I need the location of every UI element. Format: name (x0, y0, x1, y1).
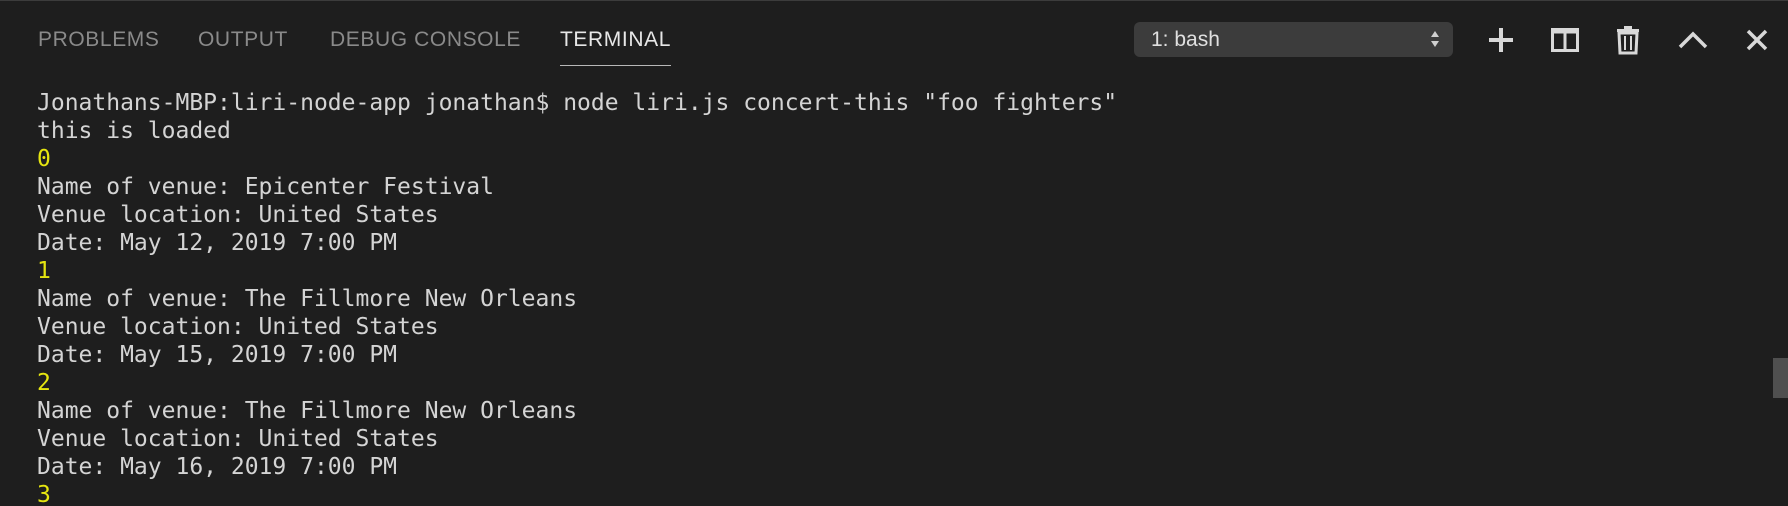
terminal-instance-select[interactable]: 1: bash (1134, 22, 1453, 57)
panel-tab-bar: PROBLEMS OUTPUT DEBUG CONSOLE TERMINAL 1… (0, 0, 1788, 80)
split-icon[interactable] (1545, 20, 1585, 60)
terminal-index-line: 1 (37, 258, 51, 284)
plus-icon[interactable] (1481, 20, 1521, 60)
terminal-line: Jonathans-MBP:liri-node-app jonathan$ no… (37, 90, 1118, 116)
terminal-index-line: 3 (37, 482, 51, 506)
terminal-line: Date: May 16, 2019 7:00 PM (37, 454, 398, 480)
trash-icon[interactable] (1608, 20, 1648, 60)
terminal-output[interactable]: Jonathans-MBP:liri-node-app jonathan$ no… (37, 89, 1737, 506)
terminal-panel: PROBLEMS OUTPUT DEBUG CONSOLE TERMINAL 1… (0, 0, 1788, 506)
terminal-line: Name of venue: The Fillmore New Orleans (37, 286, 578, 312)
terminal-line: Name of venue: Epicenter Festival (37, 174, 494, 200)
terminal-line: Name of venue: The Fillmore New Orleans (37, 398, 578, 424)
tab-terminal[interactable]: TERMINAL (560, 26, 671, 66)
terminal-line: Date: May 12, 2019 7:00 PM (37, 230, 398, 256)
terminal-line: Venue location: United States (37, 202, 439, 228)
close-icon[interactable] (1737, 20, 1777, 60)
select-arrows-icon (1431, 31, 1439, 47)
tab-problems[interactable]: PROBLEMS (38, 26, 160, 66)
tab-debug-console[interactable]: DEBUG CONSOLE (330, 26, 521, 66)
terminal-index-line: 2 (37, 370, 51, 396)
terminal-line: this is loaded (37, 118, 231, 144)
terminal-line: Venue location: United States (37, 426, 439, 452)
terminal-line: Date: May 15, 2019 7:00 PM (37, 342, 398, 368)
terminal-instance-select-value: 1: bash (1151, 28, 1220, 51)
terminal-scrollbar-thumb[interactable] (1773, 358, 1788, 398)
tab-output[interactable]: OUTPUT (198, 26, 288, 66)
terminal-line: Venue location: United States (37, 314, 439, 340)
chevron-up-icon[interactable] (1673, 20, 1713, 60)
terminal-index-line: 0 (37, 146, 51, 172)
